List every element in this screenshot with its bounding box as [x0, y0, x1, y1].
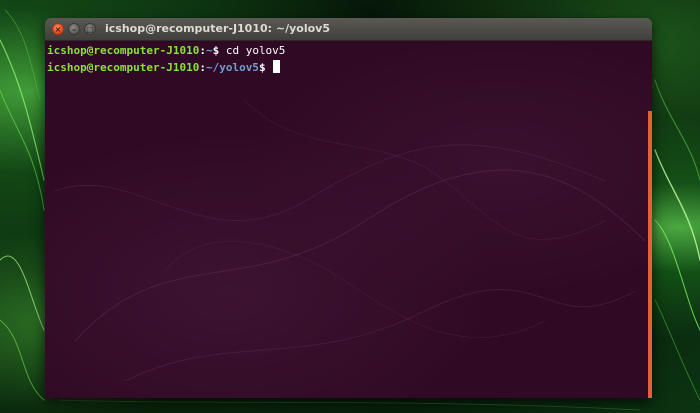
- prompt-user-host: icshop@recomputer-J1010: [47, 44, 200, 57]
- prompt-separator: :: [199, 44, 206, 57]
- prompt-separator: :: [199, 61, 206, 74]
- prompt-path: ~/yolov5: [205, 61, 259, 74]
- prompt-path: ~: [205, 44, 213, 57]
- window-title: icshop@recomputer-J1010: ~/yolov5: [105, 22, 330, 35]
- terminal-line: icshop@recomputer-J1010:~$ cd yolov5: [47, 44, 285, 58]
- close-icon[interactable]: ×: [52, 23, 64, 35]
- prompt-symbol: $: [258, 61, 266, 74]
- command-text: cd yolov5: [219, 44, 286, 57]
- scrollbar[interactable]: [648, 111, 652, 398]
- terminal-window: × – □ icshop@recomputer-J1010: ~/yolov5 …: [45, 18, 652, 398]
- minimize-icon[interactable]: –: [68, 23, 80, 35]
- text-cursor: [272, 60, 280, 73]
- maximize-icon[interactable]: □: [84, 23, 96, 35]
- window-titlebar[interactable]: × – □ icshop@recomputer-J1010: ~/yolov5: [45, 18, 652, 41]
- terminal-line: icshop@recomputer-J1010:~/yolov5$: [47, 60, 280, 75]
- terminal-output[interactable]: icshop@recomputer-J1010:~$ cd yolov5 ics…: [45, 41, 652, 398]
- prompt-user-host: icshop@recomputer-J1010: [47, 61, 200, 74]
